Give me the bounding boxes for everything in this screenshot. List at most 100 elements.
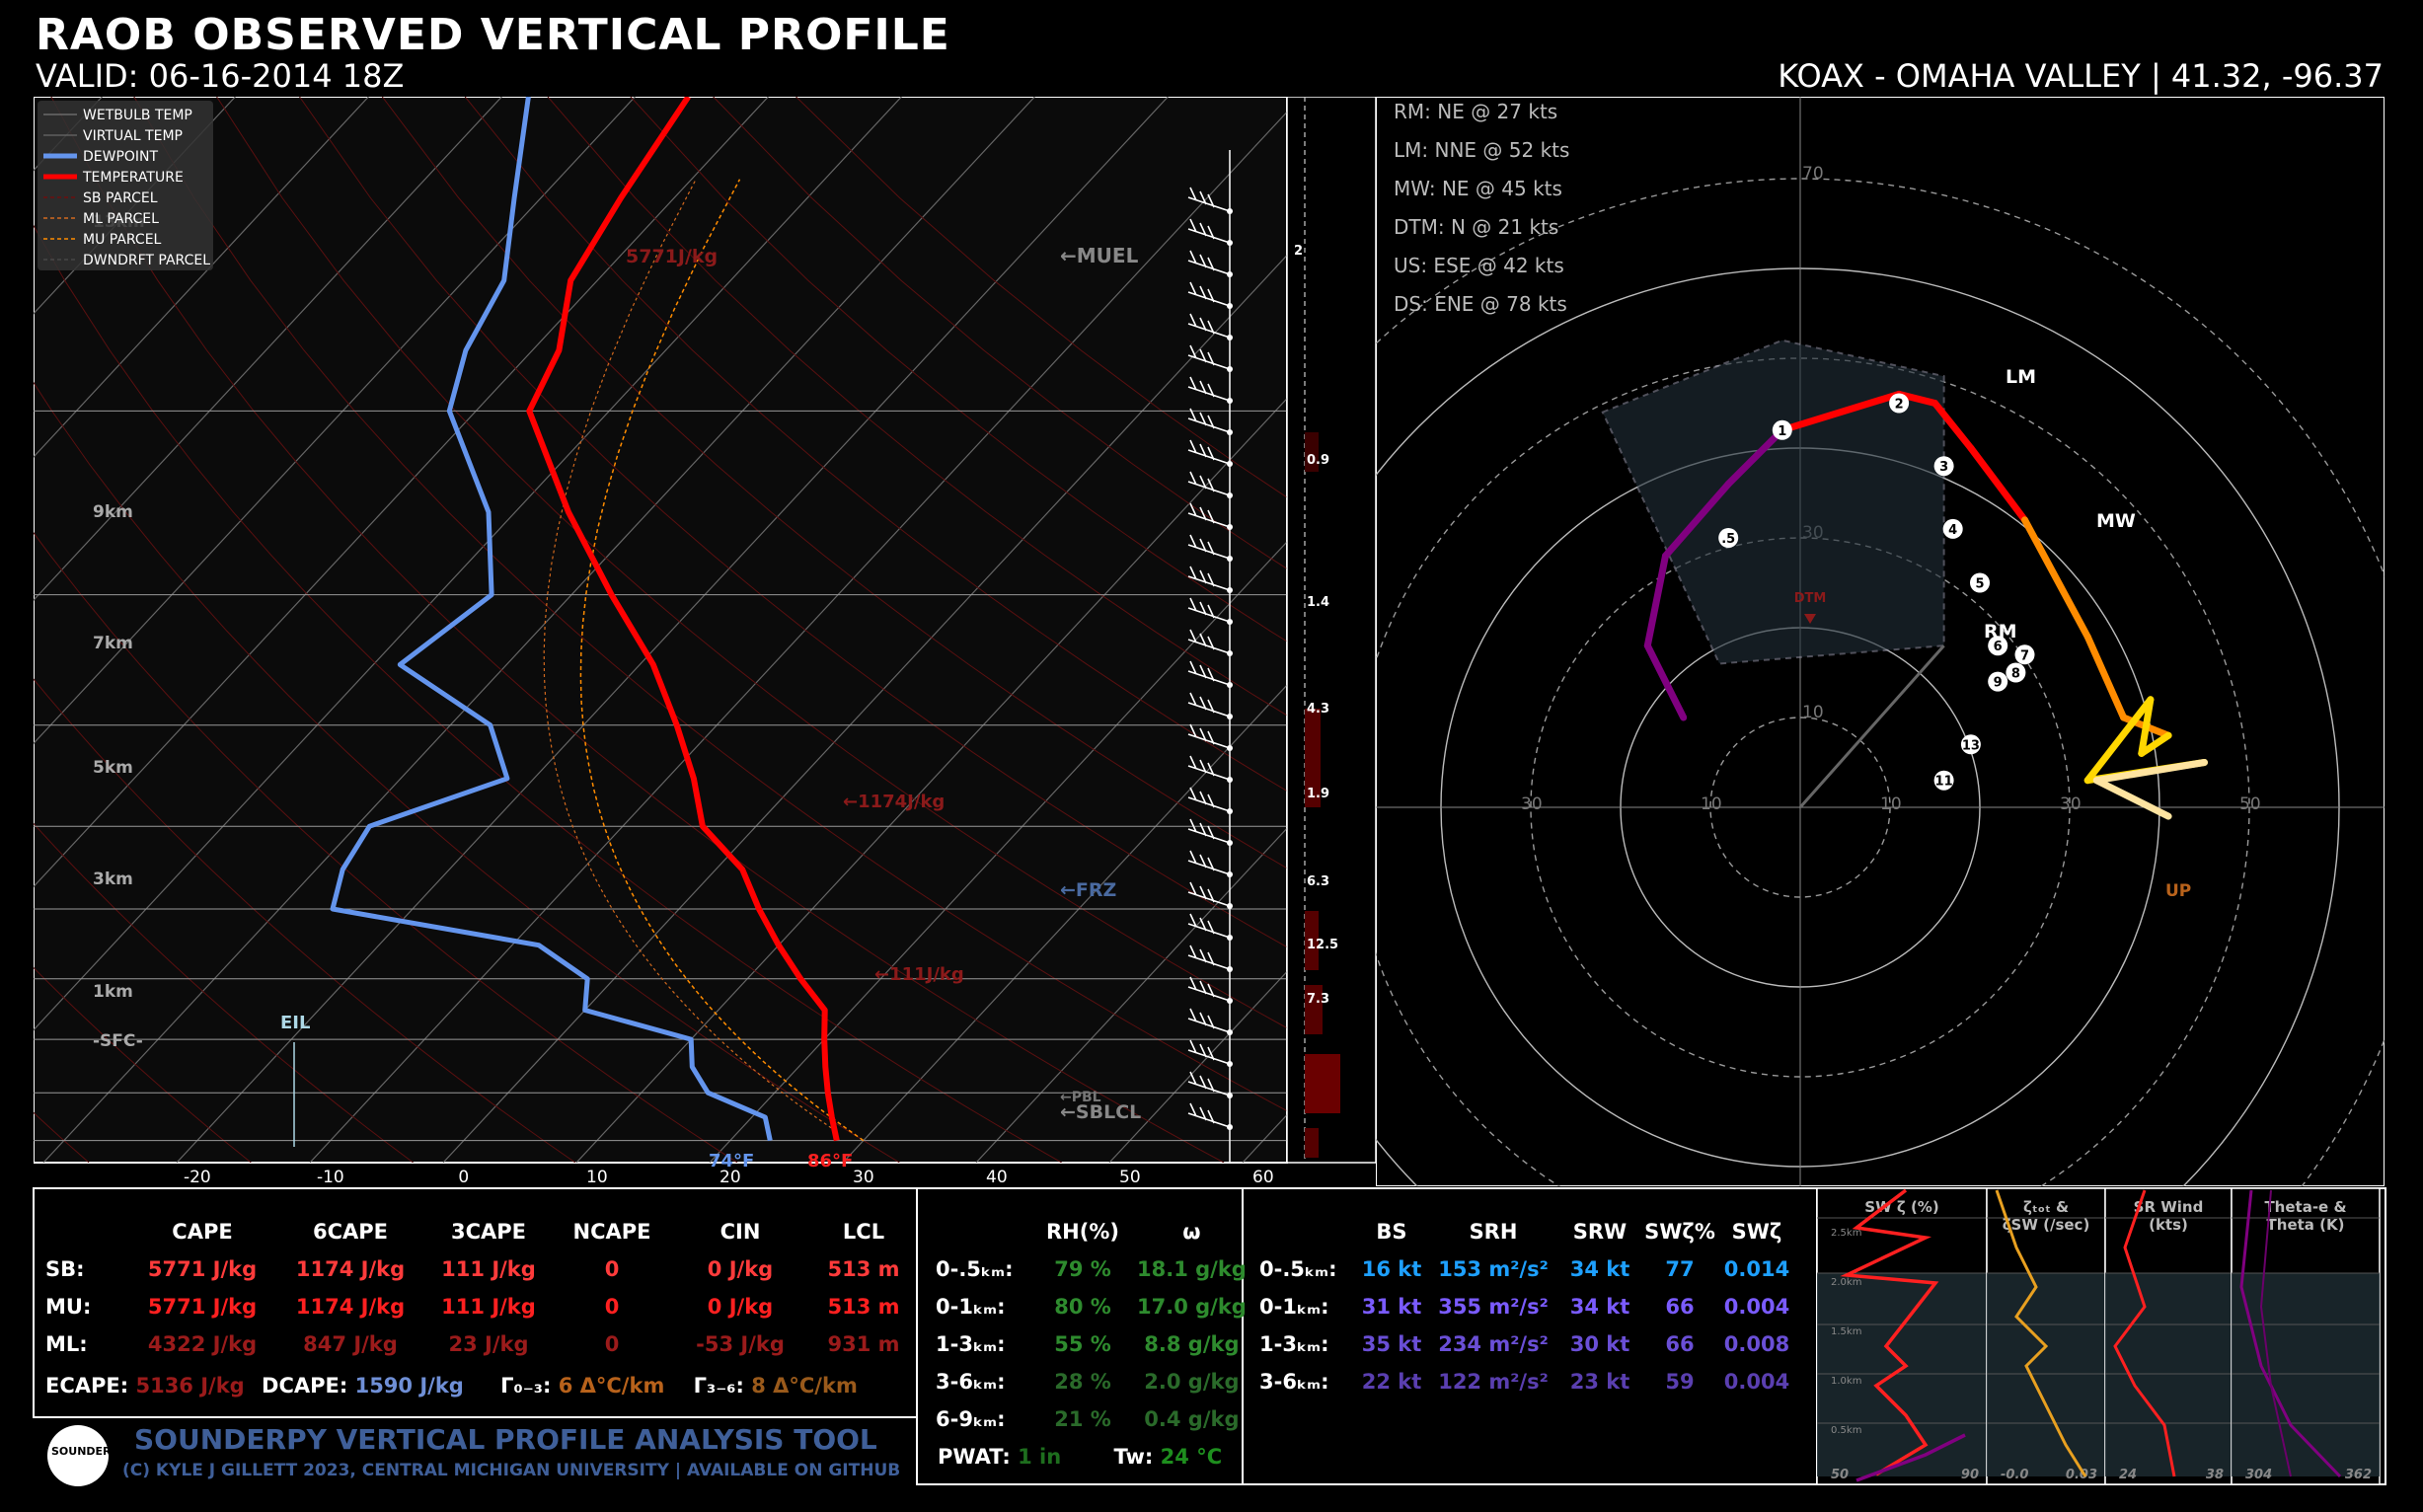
- mini-panel-shade: [2232, 1273, 2380, 1476]
- table-cell: 0: [604, 1257, 620, 1281]
- annotation: ←MUEL: [1060, 244, 1139, 267]
- row-label: 6-9ₖₘ:: [936, 1407, 1006, 1431]
- axis-label: 10: [1701, 794, 1722, 814]
- annotation: ←1174J/kg: [843, 792, 945, 812]
- omega-label: 2: [1294, 244, 1303, 259]
- moisture-extra: PWAT: 1 in Tw: 24 °C: [938, 1445, 1222, 1469]
- col-header: CAPE: [172, 1220, 233, 1244]
- row-label: MU:: [45, 1295, 92, 1319]
- km-marker-label: 7: [2020, 648, 2029, 663]
- table-cell: 1174 J/kg: [295, 1257, 406, 1281]
- axis-label: 30: [1521, 794, 1543, 814]
- col-header: 6CAPE: [312, 1220, 388, 1244]
- row-label: 0-1ₖₘ:: [936, 1295, 1006, 1319]
- mini-xtick: 304: [2245, 1468, 2272, 1482]
- legend-label: SB PARCEL: [83, 190, 158, 206]
- sounderpy-logo: SOUNDERPY: [47, 1425, 127, 1486]
- km-marker-label: 11: [1935, 775, 1953, 790]
- table-cell: 847 J/kg: [303, 1332, 398, 1356]
- omega-label: 4.3: [1307, 702, 1329, 717]
- annotation: 5771J/kg: [626, 246, 718, 267]
- mini-xtick: 362: [2345, 1468, 2372, 1482]
- legend-label: TEMPERATURE: [82, 170, 184, 186]
- thermo-table: CAPE 6CAPE 3CAPE NCAPE CIN LCL SB: 5771 …: [45, 1206, 918, 1370]
- height-label: 9km: [93, 502, 133, 522]
- storm-motion: RM: NE @ 27 kts: [1394, 100, 1557, 123]
- table-cell: 79 %: [1054, 1257, 1111, 1281]
- annotation: 86°F: [807, 1151, 853, 1172]
- storm-motion: US: ESE @ 42 kts: [1394, 254, 1564, 277]
- col-header: SRW: [1572, 1220, 1628, 1244]
- mini-height-label: 0.5km: [1831, 1425, 1861, 1436]
- row-label: 1-3ₖₘ:: [1259, 1332, 1329, 1356]
- mini-xtick: 38: [2206, 1468, 2224, 1482]
- omega-label: 1.9: [1307, 787, 1329, 801]
- height-label: 1km: [93, 982, 133, 1002]
- km-marker-label: 9: [1994, 676, 2003, 691]
- height-label: -SFC-: [93, 1031, 143, 1051]
- tw-label: Tw:: [1113, 1445, 1154, 1469]
- page-title: RAOB OBSERVED VERTICAL PROFILE: [36, 10, 950, 60]
- table-cell: 21 %: [1054, 1407, 1111, 1431]
- table-cell: 55 %: [1054, 1332, 1111, 1356]
- hodograph-chart: 1030703010103050123456789.51311LMMWRMDTM…: [1376, 97, 2385, 1186]
- km-marker-label: 4: [1948, 523, 1957, 538]
- table-cell: 0.008: [1723, 1332, 1790, 1356]
- lr03-value: 6 Δ°C/km: [558, 1374, 665, 1398]
- table-cell: 16 kt: [1361, 1257, 1422, 1281]
- km-marker-label: .5: [1721, 532, 1735, 547]
- storm-motion: DTM: N @ 21 kts: [1394, 215, 1558, 239]
- col-header: LCL: [842, 1220, 885, 1244]
- table-cell: 931 m: [827, 1332, 900, 1356]
- row-label: 1-3ₖₘ:: [936, 1332, 1006, 1356]
- table-cell: 0: [604, 1295, 620, 1319]
- mini-xtick: 50: [1831, 1468, 1849, 1482]
- storm-motion: DS: ENE @ 78 kts: [1394, 292, 1567, 316]
- table-cell: 0 J/kg: [707, 1257, 774, 1281]
- mini-panel-shade: [1817, 1273, 1987, 1476]
- table-cell: 31 kt: [1361, 1295, 1422, 1319]
- ecape-label: ECAPE:: [45, 1374, 129, 1398]
- table-cell: 0.004: [1723, 1370, 1790, 1394]
- km-marker-label: 1: [1778, 424, 1786, 439]
- km-marker-label: 8: [2011, 667, 2020, 682]
- ring-label: 10: [1802, 703, 1824, 722]
- pwat-value: 1 in: [1018, 1445, 1062, 1469]
- omega-label: 6.3: [1307, 874, 1329, 889]
- table-cell: 66: [1665, 1295, 1695, 1319]
- table-cell: 23 kt: [1569, 1370, 1630, 1394]
- col-header: BS: [1376, 1220, 1407, 1244]
- annotation: EIL: [280, 1013, 310, 1033]
- mini-height-label: 1.0km: [1831, 1376, 1861, 1387]
- row-label: ML:: [45, 1332, 88, 1356]
- table-cell: 513 m: [827, 1295, 900, 1319]
- km-marker-label: 3: [1939, 460, 1948, 475]
- table-cell: 513 m: [827, 1257, 900, 1281]
- table-cell: 122 m²/s²: [1438, 1370, 1549, 1394]
- table-cell: -53 J/kg: [696, 1332, 785, 1356]
- mw-label: MW: [2096, 510, 2136, 532]
- table-cell: 153 m²/s²: [1438, 1257, 1549, 1281]
- valid-time: VALID: 06-16-2014 18Z: [36, 57, 405, 95]
- legend-label: ML PARCEL: [83, 211, 159, 227]
- table-cell: 1174 J/kg: [295, 1295, 406, 1319]
- table-cell: 17.0 g/kg: [1137, 1295, 1247, 1319]
- omega-label: 12.5: [1307, 938, 1338, 952]
- axis-label: 30: [2060, 794, 2082, 814]
- row-label: 3-6ₖₘ:: [1259, 1370, 1329, 1394]
- tw-value: 24 °C: [1160, 1445, 1223, 1469]
- table-cell: 18.1 g/kg: [1137, 1257, 1247, 1281]
- mini-panel-title: ζSW (/sec): [2003, 1216, 2090, 1234]
- logo-text: SOUNDERPY: [51, 1445, 127, 1458]
- mini-panel-title: Theta (K): [2267, 1216, 2345, 1234]
- col-header: SWζ: [1731, 1220, 1782, 1244]
- mini-profile-panels: SW ζ (%)50 90ζₜₒₜ &ζSW (/sec)-0.0 0.03SR W…: [1817, 1188, 2381, 1484]
- mini-panel-title: (kts): [2149, 1216, 2188, 1234]
- km-marker-label: 5: [1975, 577, 1984, 592]
- row-label: 0-.5ₖₘ:: [1259, 1257, 1337, 1281]
- table-cell: 111 J/kg: [441, 1295, 536, 1319]
- col-header: 3CAPE: [450, 1220, 526, 1244]
- table-cell: 111 J/kg: [441, 1257, 536, 1281]
- axis-label: 50: [2239, 794, 2261, 814]
- mini-xtick: 24: [2119, 1468, 2137, 1482]
